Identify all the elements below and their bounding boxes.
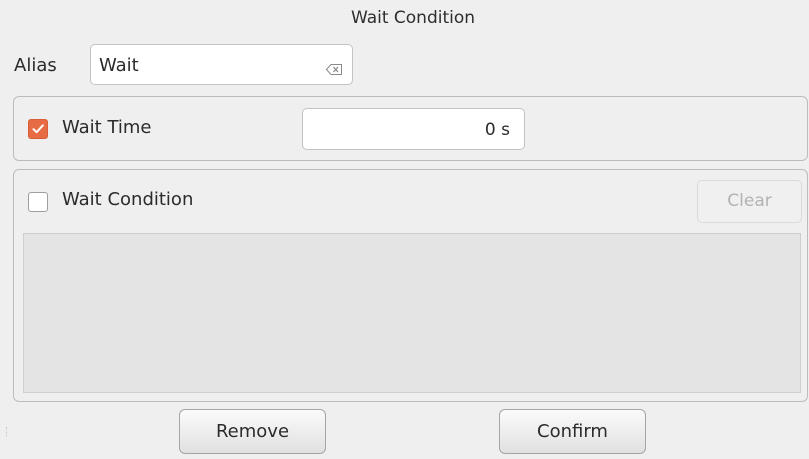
wait-condition-checkbox[interactable] [28,192,48,212]
resize-grip-icon[interactable] [6,427,10,437]
wait-time-group: Wait Time 0 s [13,96,808,161]
alias-label: Alias [14,55,57,76]
wait-time-value: 0 s [484,120,510,140]
backspace-clear-icon[interactable] [325,60,342,75]
clear-button[interactable]: Clear [697,180,802,223]
wait-time-label[interactable]: Wait Time [62,117,152,138]
wait-time-input[interactable]: 0 s [302,108,525,150]
alias-value: Wait [99,55,139,76]
dialog-title: Wait Condition [350,8,476,28]
remove-button[interactable]: Remove [179,409,326,454]
checkmark-icon [32,124,44,134]
alias-input[interactable]: Wait [90,44,353,85]
condition-list-area[interactable] [23,233,801,393]
confirm-button[interactable]: Confirm [499,409,646,454]
wait-condition-group: Wait Condition Clear [13,169,808,402]
wait-condition-label[interactable]: Wait Condition [62,189,193,210]
wait-time-checkbox[interactable] [28,119,48,139]
